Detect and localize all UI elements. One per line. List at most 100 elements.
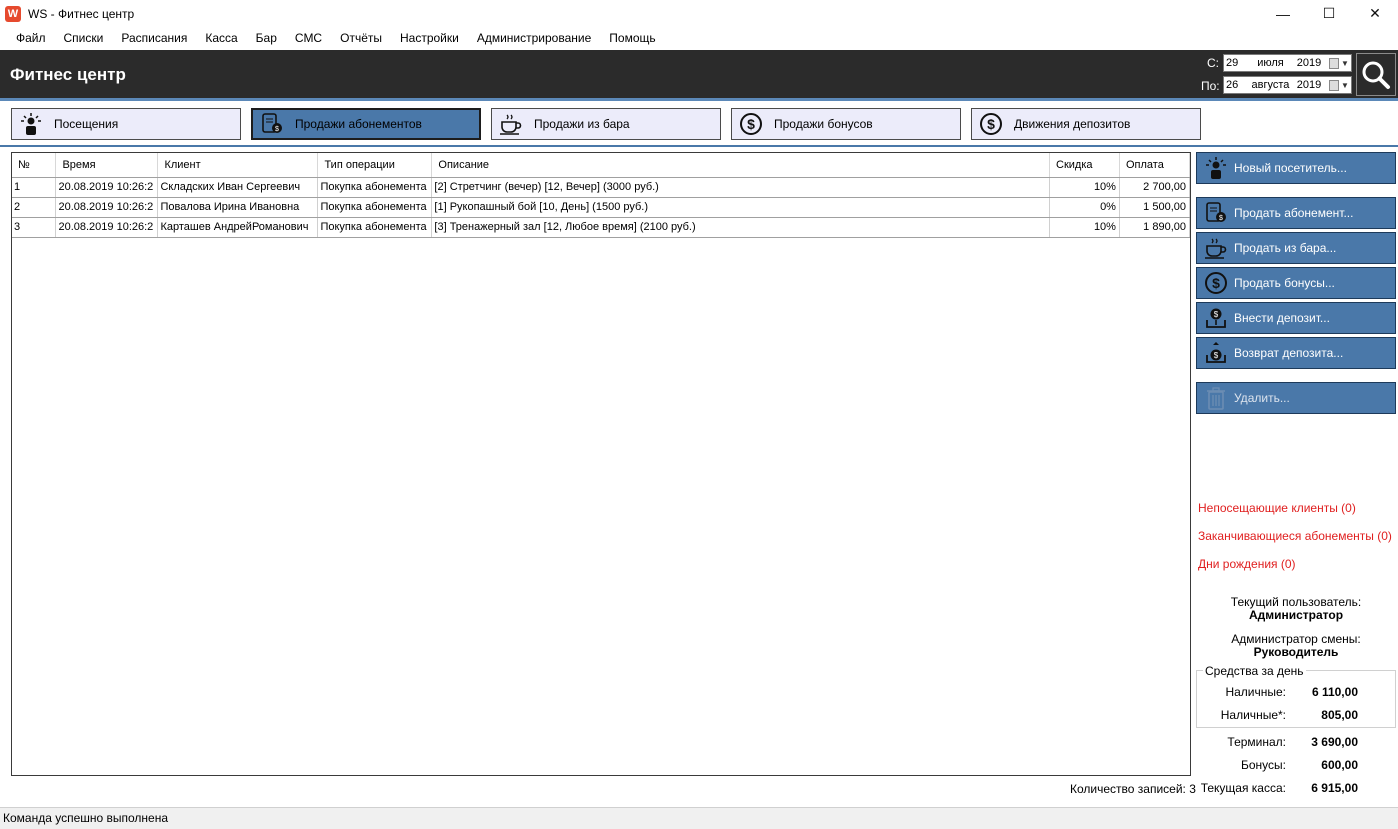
cup-icon — [1203, 235, 1229, 261]
menu-file[interactable]: Файл — [7, 27, 55, 49]
cell-discount: 0% — [1049, 197, 1120, 218]
shift-admin-value: Руководитель — [1253, 645, 1339, 659]
cash-value: 6 110,00 — [1311, 685, 1358, 699]
from-date-label: С: — [1207, 56, 1219, 70]
tab-visits[interactable]: Посещения — [11, 108, 241, 140]
tab-bonus-sales[interactable]: $ Продажи бонусов — [731, 108, 961, 140]
tab-label: Продажи бонусов — [774, 117, 873, 131]
tabs-bar: Посещения $ Продажи абонементов Продажи … — [0, 101, 1398, 145]
search-icon — [1362, 61, 1390, 89]
column-header-payment[interactable]: Оплата — [1119, 153, 1191, 178]
cash2-label: Наличные*: — [1220, 708, 1286, 722]
status-bar: Команда успешно выполнена — [0, 807, 1398, 829]
till-label: Текущая касса: — [1200, 781, 1286, 795]
maximize-button[interactable]: ☐ — [1306, 0, 1352, 27]
menu-settings[interactable]: Настройки — [391, 27, 468, 49]
menu-cash[interactable]: Касса — [196, 27, 246, 49]
menu-admin[interactable]: Администрирование — [468, 27, 600, 49]
cup-icon — [498, 111, 524, 137]
shift-admin-label: Администратор смены: — [1231, 632, 1361, 646]
cell-description: [2] Стретчинг (вечер) [12, Вечер] (3000 … — [431, 177, 1050, 198]
column-header-operation[interactable]: Тип операции — [317, 153, 433, 178]
from-date-picker[interactable]: 29 июля 2019 ▼ — [1223, 54, 1352, 72]
birthdays-link[interactable]: Дни рождения (0) — [1198, 557, 1296, 571]
table-row[interactable]: 2 20.08.2019 10:26:2 Повалова Ирина Иван… — [12, 197, 1191, 218]
cell-discount: 10% — [1049, 217, 1120, 238]
deposit-in-button[interactable]: $ Внести депозит... — [1196, 302, 1396, 334]
close-button[interactable]: ✕ — [1352, 0, 1398, 27]
bonus-label: Бонусы: — [1241, 758, 1286, 772]
tab-bar-sales[interactable]: Продажи из бара — [491, 108, 721, 140]
sell-bar-button[interactable]: Продать из бара... — [1196, 232, 1396, 264]
dollar-icon: $ — [1203, 270, 1229, 296]
cell-discount: 10% — [1049, 177, 1120, 198]
tabs-divider — [0, 145, 1398, 147]
cell-description: [1] Рукопашный бой [10, День] (1500 руб.… — [431, 197, 1050, 218]
search-button[interactable] — [1356, 53, 1396, 96]
window-titlebar: W WS - Фитнес центр — ☐ ✕ — [0, 0, 1398, 27]
expiring-subscriptions-link[interactable]: Заканчивающиеся абонементы (0) — [1198, 529, 1392, 543]
column-header-client[interactable]: Клиент — [157, 153, 319, 178]
table-row[interactable]: 3 20.08.2019 10:26:2 Карташев АндрейРома… — [12, 217, 1191, 238]
button-label: Новый посетитель... — [1234, 161, 1347, 175]
sell-bonus-button[interactable]: $ Продать бонусы... — [1196, 267, 1396, 299]
daily-funds-legend: Средства за день — [1203, 664, 1306, 678]
delete-button[interactable]: Удалить... — [1196, 382, 1396, 414]
cell-client: Повалова Ирина Ивановна — [157, 197, 319, 218]
button-label: Внести депозит... — [1234, 311, 1330, 325]
column-header-time[interactable]: Время — [55, 153, 159, 178]
column-header-number[interactable]: № — [12, 153, 57, 178]
cell-description: [3] Тренажерный зал [12, Любое время] (2… — [431, 217, 1050, 238]
menu-reports[interactable]: Отчёты — [331, 27, 391, 49]
to-day: 26 — [1226, 79, 1239, 91]
cell-client: Складских Иван Сергеевич — [157, 177, 319, 198]
calendar-icon[interactable] — [1329, 79, 1339, 91]
column-header-description[interactable]: Описание — [431, 153, 1050, 178]
tab-label: Продажи из бара — [534, 117, 630, 131]
deposit-return-icon: $ — [1203, 340, 1229, 366]
tab-deposit-movements[interactable]: $ Движения депозитов — [971, 108, 1201, 140]
tab-label: Продажи абонементов — [295, 117, 422, 131]
to-date-picker[interactable]: 26 августа 2019 ▼ — [1223, 76, 1352, 94]
visitor-icon — [1203, 155, 1229, 181]
bonus-value: 600,00 — [1321, 758, 1358, 772]
column-header-discount[interactable]: Скидка — [1049, 153, 1120, 178]
app-header: Фитнес центр — [0, 50, 1398, 98]
cell-number: 1 — [12, 177, 57, 198]
current-user-label: Текущий пользователь: — [1230, 595, 1362, 609]
svg-text:$: $ — [1214, 310, 1219, 319]
new-visitor-button[interactable]: Новый посетитель... — [1196, 152, 1396, 184]
menu-schedules[interactable]: Расписания — [112, 27, 196, 49]
sell-subscription-button[interactable]: $ Продать абонемент... — [1196, 197, 1396, 229]
from-month: июля — [1257, 57, 1284, 69]
menu-help[interactable]: Помощь — [600, 27, 664, 49]
table-row[interactable]: 1 20.08.2019 10:26:2 Складских Иван Серг… — [12, 177, 1191, 198]
svg-text:$: $ — [987, 116, 995, 132]
calendar-icon[interactable] — [1329, 57, 1339, 69]
minimize-button[interactable]: — — [1260, 0, 1306, 27]
button-label: Продать из бара... — [1234, 241, 1337, 255]
cell-number: 2 — [12, 197, 57, 218]
to-year: 2019 — [1296, 79, 1322, 91]
deposit-return-button[interactable]: $ Возврат депозита... — [1196, 337, 1396, 369]
cell-time: 20.08.2019 10:26:2 — [55, 177, 159, 198]
terminal-label: Терминал: — [1227, 735, 1286, 749]
cell-time: 20.08.2019 10:26:2 — [55, 217, 159, 238]
tab-label: Движения депозитов — [1014, 117, 1131, 131]
cell-operation: Покупка абонемента — [317, 217, 433, 238]
no-visit-clients-link[interactable]: Непосещающие клиенты (0) — [1198, 501, 1356, 515]
cell-operation: Покупка абонемента — [317, 197, 433, 218]
visitor-icon — [18, 111, 44, 137]
chevron-down-icon[interactable]: ▼ — [1341, 59, 1349, 68]
cell-payment: 2 700,00 — [1119, 177, 1191, 198]
current-user-value: Администратор — [1248, 608, 1344, 622]
chevron-down-icon[interactable]: ▼ — [1341, 81, 1349, 90]
tab-label: Посещения — [54, 117, 119, 131]
menu-lists[interactable]: Списки — [55, 27, 113, 49]
card-icon: $ — [259, 111, 285, 137]
sales-table[interactable]: № Время Клиент Тип операции Описание Ски… — [11, 152, 1191, 776]
menu-sms[interactable]: СМС — [286, 27, 331, 49]
menu-bar-item[interactable]: Бар — [247, 27, 286, 49]
cell-client: Карташев АндрейРоманович — [157, 217, 319, 238]
tab-subscription-sales[interactable]: $ Продажи абонементов — [251, 108, 481, 140]
